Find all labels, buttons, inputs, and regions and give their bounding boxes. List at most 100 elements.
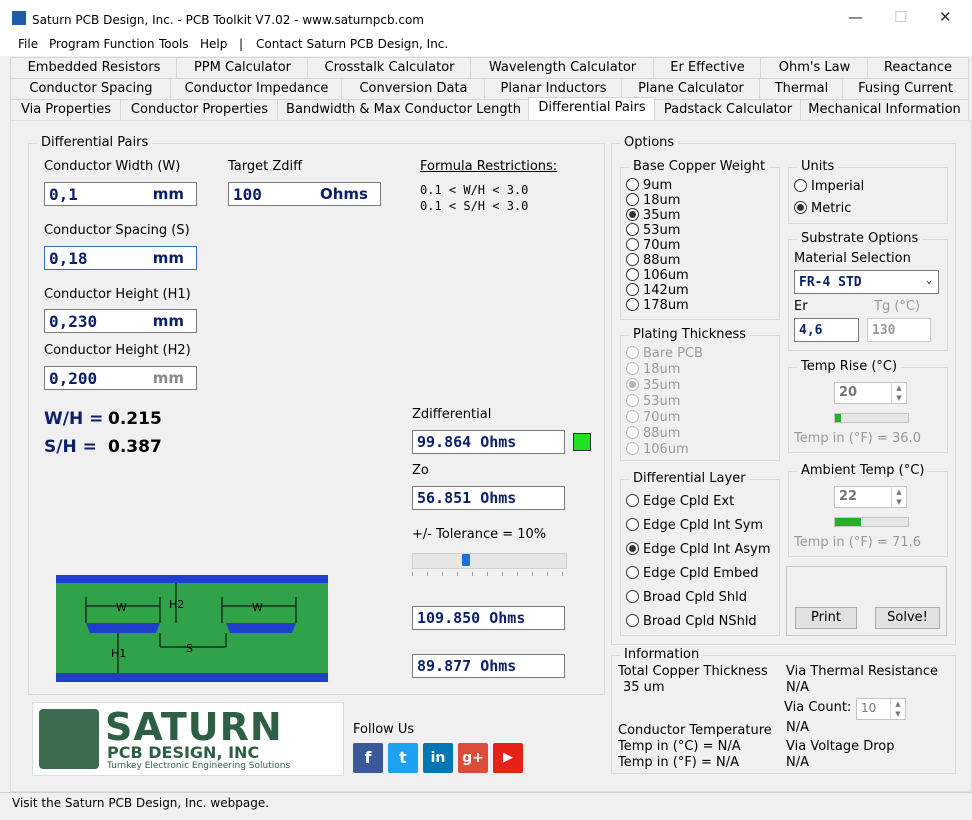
tab-thermal[interactable]: Thermal: [759, 78, 844, 100]
ambient-spinner[interactable]: 22 ▲ ▼: [834, 486, 907, 508]
tolerance-slider[interactable]: [412, 553, 567, 569]
spinner-arrows-icon[interactable]: ▲ ▼: [890, 699, 905, 719]
chevron-down-icon: ⌄: [925, 275, 932, 286]
minimize-button[interactable]: —: [848, 8, 863, 26]
h1-input[interactable]: 0,230 mm: [44, 309, 197, 333]
material-selection-label: Material Selection: [794, 251, 911, 266]
tab-reactance[interactable]: Reactance: [867, 57, 969, 79]
target-zdiff-value: 100: [233, 185, 262, 204]
spacing-input[interactable]: 0,18 mm: [44, 246, 197, 270]
tab-ppm-calculator[interactable]: PPM Calculator: [176, 57, 309, 79]
tab-ohms-law[interactable]: Ohm's Law: [760, 57, 869, 79]
width-input[interactable]: 0,1 mm: [44, 182, 197, 206]
tab-differential-pairs[interactable]: Differential Pairs: [528, 97, 656, 121]
menu-program-function[interactable]: Program Function: [49, 37, 155, 51]
plating-radio-label: 88um: [643, 426, 681, 441]
copper-radio-2[interactable]: 35um: [626, 208, 680, 223]
facebook-icon[interactable]: f: [353, 743, 383, 773]
plating-radio-label: 53um: [643, 394, 681, 409]
close-button[interactable]: ✕: [939, 8, 952, 26]
material-select[interactable]: FR-4 STD ⌄: [794, 270, 939, 294]
tab-conductor-impedance[interactable]: Conductor Impedance: [170, 78, 343, 100]
temp-rise-title: Temp Rise (°C): [797, 359, 902, 374]
copper-radio-6[interactable]: 106um: [626, 268, 689, 283]
layer-radio-label: Edge Cpld Embed: [643, 566, 759, 581]
units-imperial-radio[interactable]: Imperial: [794, 179, 864, 194]
tab-mechanical-information[interactable]: Mechanical Information: [800, 99, 969, 121]
tolerance-high-output: 109.850 Ohms: [412, 606, 565, 630]
menu-file[interactable]: File: [18, 37, 38, 51]
h2-input[interactable]: 0,200 mm: [44, 366, 197, 390]
copper-thickness-label: Total Copper Thickness: [618, 664, 768, 679]
plating-radio-3: 53um: [626, 394, 680, 409]
tab-crosstalk-calculator[interactable]: Crosstalk Calculator: [307, 57, 472, 79]
via-count-spinner[interactable]: 10 ▲ ▼: [856, 698, 906, 720]
tab-padstack-calculator[interactable]: Padstack Calculator: [654, 99, 802, 121]
ambient-fahrenheit: Temp in (°F) = 71.6: [794, 535, 921, 550]
twitter-icon[interactable]: t: [388, 743, 418, 773]
linkedin-icon[interactable]: in: [423, 743, 453, 773]
menu-contact[interactable]: Contact Saturn PCB Design, Inc.: [256, 37, 448, 51]
conductor-temperature-label: Conductor Temperature: [618, 723, 772, 738]
spinner-arrows-icon[interactable]: ▲ ▼: [891, 383, 906, 403]
units-metric-radio[interactable]: Metric: [794, 201, 851, 216]
tab-conductor-properties[interactable]: Conductor Properties: [120, 99, 279, 121]
copper-radio-7[interactable]: 142um: [626, 283, 689, 298]
tab-conversion-data[interactable]: Conversion Data: [341, 78, 486, 100]
layer-radio-4[interactable]: Broad Cpld Shld: [626, 590, 747, 605]
base-copper-title: Base Copper Weight: [629, 159, 770, 174]
layer-radio-5[interactable]: Broad Cpld NShld: [626, 614, 757, 629]
pcb-cross-section-diagram: W W H2 H1 S: [56, 575, 328, 682]
tab-embedded-resistors[interactable]: Embedded Resistors: [10, 57, 178, 79]
plating-radio-dot: [626, 394, 639, 407]
copper-radio-8[interactable]: 178um: [626, 298, 689, 313]
spinner-arrows-icon[interactable]: ▲ ▼: [891, 487, 906, 507]
copper-radio-4[interactable]: 70um: [626, 238, 680, 253]
layer-radio-3[interactable]: Edge Cpld Embed: [626, 566, 759, 581]
tab-via-properties[interactable]: Via Properties: [10, 99, 122, 121]
menu-help[interactable]: Help: [200, 37, 227, 51]
tab-conductor-spacing[interactable]: Conductor Spacing: [10, 78, 172, 100]
copper-radio-5[interactable]: 88um: [626, 253, 680, 268]
tab-wavelength-calculator[interactable]: Wavelength Calculator: [470, 57, 655, 79]
menu-tools[interactable]: Tools: [159, 37, 189, 51]
target-zdiff-input[interactable]: 100 Ohms: [228, 182, 381, 206]
information-title: Information: [620, 647, 704, 662]
sh-label: S/H =: [44, 437, 97, 457]
er-input[interactable]: 4,6: [794, 318, 859, 342]
restriction-sh: 0.1 < S/H < 3.0: [420, 199, 529, 213]
tab-er-effective[interactable]: Er Effective: [653, 57, 762, 79]
maximize-button[interactable]: ☐: [894, 8, 907, 26]
plating-radio-label: 18um: [643, 362, 681, 377]
copper-radio-3[interactable]: 53um: [626, 223, 680, 238]
via-count-label: Via Count:: [784, 700, 852, 715]
print-button[interactable]: Print: [795, 607, 857, 629]
tolerance-ticks: [412, 572, 565, 576]
copper-radio-label: 88um: [643, 253, 681, 268]
ambient-bar-fill: [835, 518, 861, 526]
saturn-logo[interactable]: SATURN PCB DESIGN, INC Turnkey Electroni…: [32, 702, 344, 776]
copper-radio-0[interactable]: 9um: [626, 178, 672, 193]
youtube-icon[interactable]: ▶: [493, 743, 523, 773]
plating-radio-label: Bare PCB: [643, 346, 703, 361]
temp-rise-spinner[interactable]: 20 ▲ ▼: [834, 382, 907, 404]
tab-bandwidth[interactable]: Bandwidth & Max Conductor Length: [277, 99, 530, 121]
window-title: Saturn PCB Design, Inc. - PCB Toolkit V7…: [32, 13, 424, 27]
layer-radio-1[interactable]: Edge Cpld Int Sym: [626, 518, 763, 533]
tab-fusing-current[interactable]: Fusing Current: [842, 78, 969, 100]
status-bar: Visit the Saturn PCB Design, Inc. webpag…: [0, 792, 972, 820]
tolerance-slider-thumb[interactable]: [462, 554, 470, 566]
layer-radio-0[interactable]: Edge Cpld Ext: [626, 494, 734, 509]
plating-radio-0: Bare PCB: [626, 346, 703, 361]
layer-radio-dot: [626, 542, 639, 555]
copper-radio-1[interactable]: 18um: [626, 193, 680, 208]
h2-value: 0,200: [49, 369, 98, 388]
solve-button[interactable]: Solve!: [875, 607, 940, 629]
layer-radio-2[interactable]: Edge Cpld Int Asym: [626, 542, 771, 557]
logo-line2: PCB DESIGN, INC: [107, 743, 260, 762]
status-text[interactable]: Visit the Saturn PCB Design, Inc. webpag…: [12, 796, 269, 810]
zo-output: 56.851 Ohms: [412, 486, 565, 510]
googleplus-icon[interactable]: g+: [458, 743, 488, 773]
plating-radio-dot: [626, 426, 639, 439]
layer-radio-label: Edge Cpld Ext: [643, 494, 735, 509]
